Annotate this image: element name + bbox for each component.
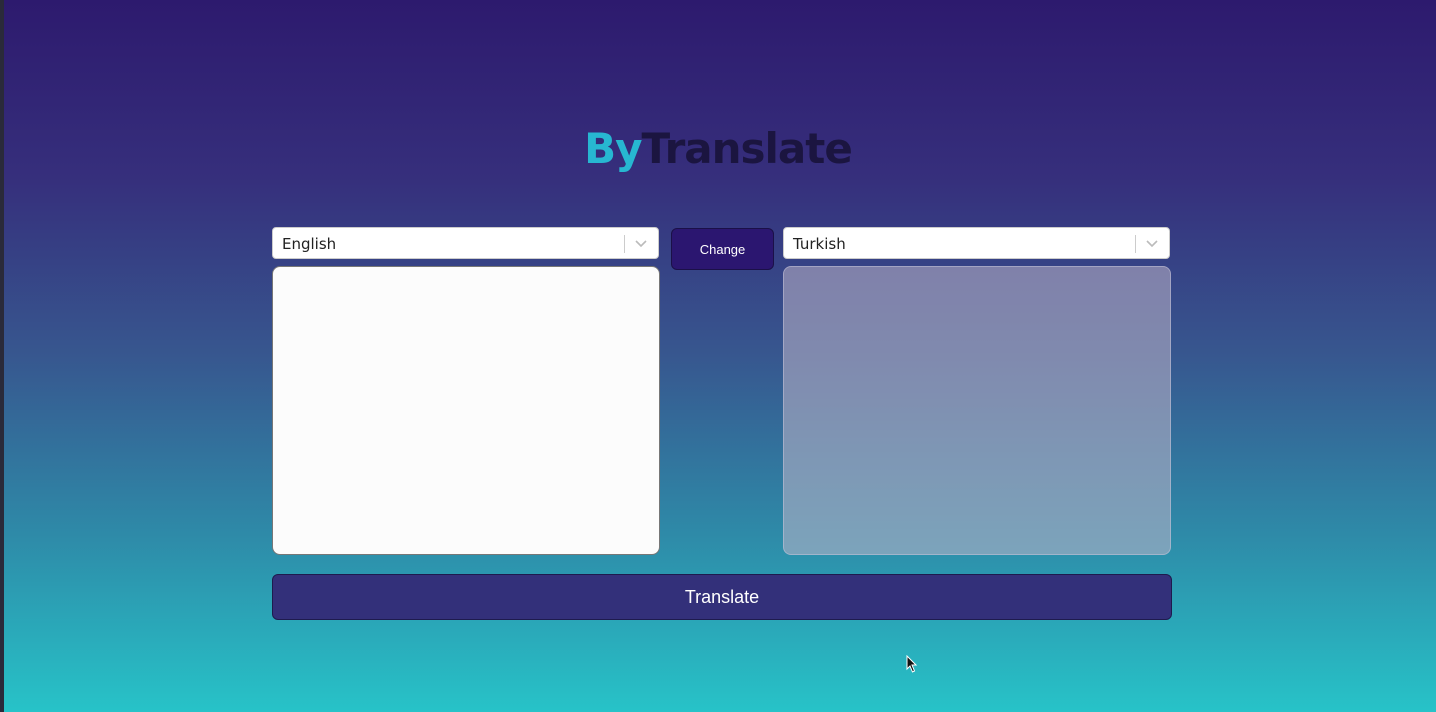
select-separator	[624, 235, 625, 253]
app-logo: ByTranslate	[0, 124, 1436, 173]
cursor-arrow-icon	[906, 655, 918, 673]
chevron-down-icon[interactable]	[1144, 235, 1160, 251]
chevron-down-icon[interactable]	[633, 235, 649, 251]
target-language-select[interactable]: Turkish	[783, 227, 1170, 259]
logo-translate: Translate	[641, 124, 853, 173]
translate-button[interactable]: Translate	[272, 574, 1172, 620]
target-language-value: Turkish	[793, 235, 846, 253]
window-edge	[0, 0, 4, 712]
source-text-input[interactable]	[272, 266, 660, 555]
source-language-select[interactable]: English	[272, 227, 659, 259]
change-languages-button[interactable]: Change	[671, 228, 774, 270]
select-separator	[1135, 235, 1136, 253]
target-text-output	[783, 266, 1171, 555]
logo-by: By	[584, 124, 642, 173]
source-language-value: English	[282, 235, 337, 253]
